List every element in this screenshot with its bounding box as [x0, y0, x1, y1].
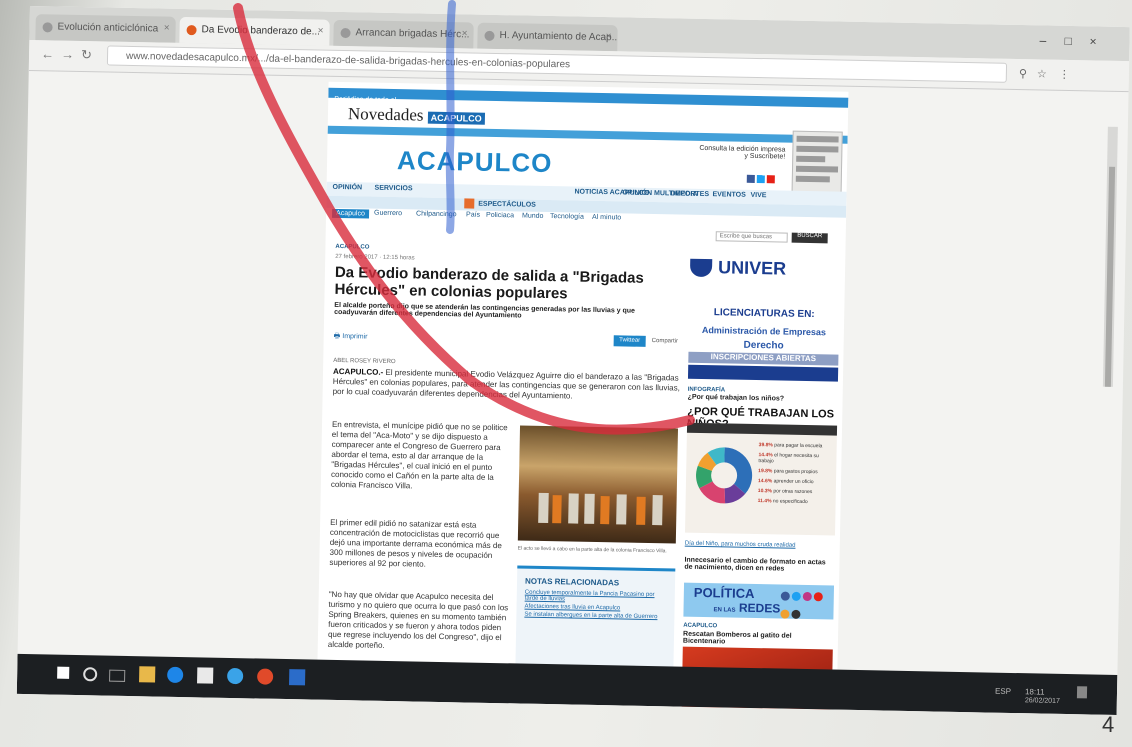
red-pencil-stroke	[233, 3, 695, 435]
pen-annotations	[233, 0, 695, 435]
page-number: 4	[1102, 712, 1115, 737]
blue-pencil-stroke	[445, 0, 456, 234]
paper-background: Evolución anticiclónica × Da Evodio band…	[0, 0, 1132, 747]
